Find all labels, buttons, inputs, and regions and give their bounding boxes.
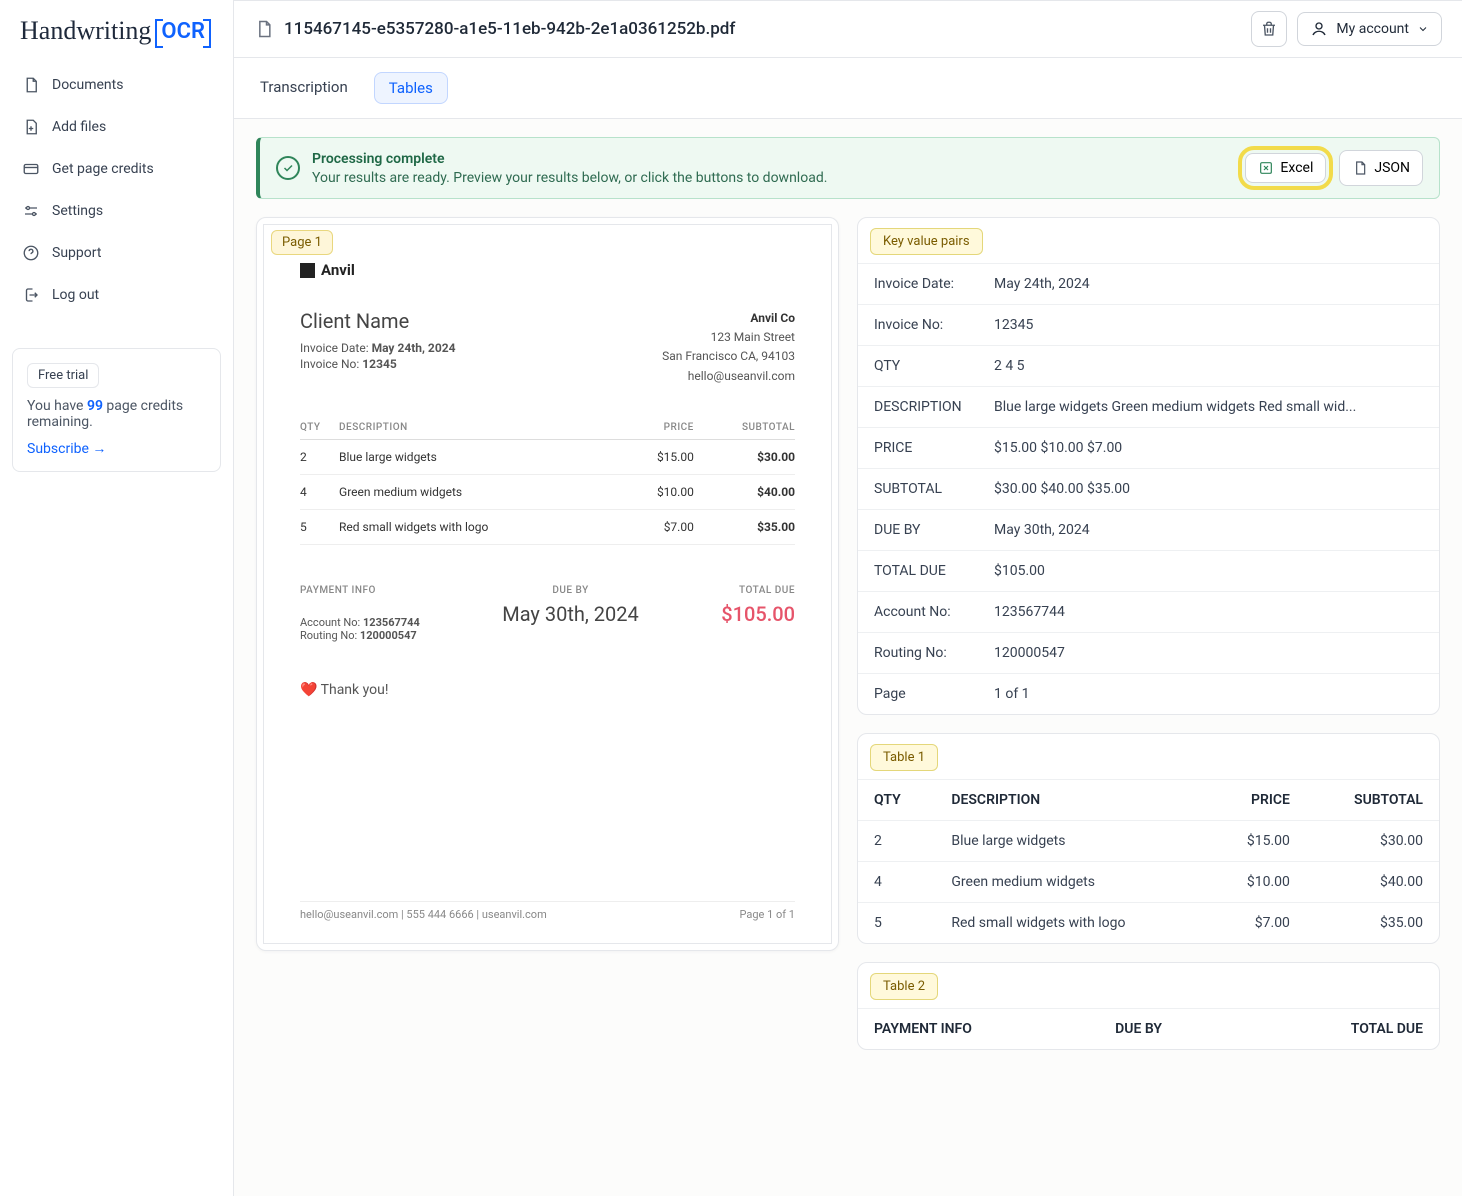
sidebar-item-label: Support [52, 245, 101, 261]
json-icon [1352, 160, 1368, 176]
table1: QTY DESCRIPTION PRICE SUBTOTAL 2Blue lar… [858, 779, 1439, 943]
file-icon [254, 19, 274, 39]
alert-message: Your results are ready. Preview your res… [312, 170, 827, 186]
tab-transcription[interactable]: Transcription [258, 72, 350, 104]
kv-row: Page1 of 1 [858, 673, 1439, 714]
credit-box: Free trial You have 99 page credits rema… [12, 348, 221, 472]
kv-row: QTY2 4 5 [858, 345, 1439, 386]
topbar: 115467145-e5357280-a1e5-11eb-942b-2e1a03… [234, 1, 1462, 58]
sidebar-item-documents[interactable]: Documents [12, 66, 221, 104]
file-title: 115467145-e5357280-a1e5-11eb-942b-2e1a03… [254, 19, 735, 39]
logout-icon [22, 286, 40, 304]
account-button[interactable]: My account [1297, 12, 1442, 46]
page-preview[interactable]: Anvil Client Name Invoice Date: May 24th… [263, 224, 832, 944]
kv-row: DUE BYMay 30th, 2024 [858, 509, 1439, 550]
sidebar-item-label: Settings [52, 203, 103, 219]
table-row: 2Blue large widgets$15.00$30.00 [858, 821, 1439, 862]
kv-row: DESCRIPTIONBlue large widgets Green medi… [858, 386, 1439, 427]
table2-title-chip: Table 2 [870, 973, 938, 1000]
excel-icon [1258, 160, 1274, 176]
sidebar-item-label: Get page credits [52, 161, 154, 177]
tabs: Transcription Tables [234, 58, 1462, 119]
table1-title-chip: Table 1 [870, 744, 938, 771]
credit-count: 99 [87, 398, 103, 414]
table1-panel: Table 1 QTY DESCRIPTION PRICE SUBTOTAL 2… [857, 733, 1440, 944]
kv-row: Routing No:120000547 [858, 632, 1439, 673]
account-label: My account [1336, 21, 1409, 37]
subscribe-link[interactable]: Subscribe → [27, 440, 206, 457]
main: 115467145-e5357280-a1e5-11eb-942b-2e1a03… [234, 0, 1462, 1196]
page-preview-card: Page 1 Anvil Client Name Invoice Date: M… [256, 217, 839, 951]
kv-row: PRICE$15.00 $10.00 $7.00 [858, 427, 1439, 468]
add-file-icon [22, 118, 40, 136]
download-excel-button[interactable]: Excel [1245, 153, 1326, 183]
sidebar-item-credits[interactable]: Get page credits [12, 150, 221, 188]
kv-row: Account No:123567744 [858, 591, 1439, 632]
kv-row: SUBTOTAL$30.00 $40.00 $35.00 [858, 468, 1439, 509]
sidebar-item-label: Add files [52, 119, 106, 135]
table2: PAYMENT INFO DUE BY TOTAL DUE [858, 1008, 1439, 1049]
delete-button[interactable] [1251, 11, 1287, 47]
settings-icon [22, 202, 40, 220]
app-logo[interactable]: Handwriting OCR [12, 12, 221, 62]
table2-panel: Table 2 PAYMENT INFO DUE BY TOTAL DUE [857, 962, 1440, 1050]
kv-panel: Key value pairs Invoice Date:May 24th, 2… [857, 217, 1440, 715]
check-circle-icon [276, 156, 300, 180]
sidebar-item-addfiles[interactable]: Add files [12, 108, 221, 146]
kv-row: Invoice Date:May 24th, 2024 [858, 263, 1439, 304]
invoice-items-table: QTY DESCRIPTION PRICE SUBTOTAL 2Blue lar… [300, 416, 795, 545]
sidebar-item-support[interactable]: Support [12, 234, 221, 272]
table-row: 5Red small widgets with logo$7.00$35.00 [858, 903, 1439, 944]
logo-script: Handwriting [20, 16, 151, 46]
page-chip: Page 1 [271, 230, 333, 255]
logo-ocr: OCR [155, 19, 211, 44]
trial-badge: Free trial [27, 363, 99, 388]
sidebar-item-label: Log out [52, 287, 99, 303]
top-actions: My account [1251, 11, 1442, 47]
tab-tables[interactable]: Tables [374, 72, 448, 104]
alert-processing-complete: Processing complete Your results are rea… [256, 137, 1440, 199]
sidebar-item-settings[interactable]: Settings [12, 192, 221, 230]
credits-icon [22, 160, 40, 178]
table-row: 4Green medium widgets$10.00$40.00 [858, 862, 1439, 903]
content: Processing complete Your results are rea… [234, 119, 1462, 1196]
chevron-down-icon [1417, 23, 1429, 35]
document-icon [22, 76, 40, 94]
sidebar-item-logout[interactable]: Log out [12, 276, 221, 314]
excel-highlight: Excel [1242, 150, 1329, 186]
sidebar-item-label: Documents [52, 77, 123, 93]
sidebar: Handwriting OCR Documents Add files Get … [0, 0, 234, 1196]
kv-row: TOTAL DUE$105.00 [858, 550, 1439, 591]
kv-title-chip: Key value pairs [870, 228, 983, 255]
support-icon [22, 244, 40, 262]
credit-text: You have 99 page credits remaining. [27, 398, 206, 430]
client-name: Client Name [300, 309, 455, 333]
thank-you: ❤️ Thank you! [300, 682, 795, 698]
filename: 115467145-e5357280-a1e5-11eb-942b-2e1a03… [284, 19, 735, 39]
alert-title: Processing complete [312, 151, 827, 167]
invoice-logo: Anvil [300, 261, 795, 279]
kv-row: Invoice No:12345 [858, 304, 1439, 345]
download-json-button[interactable]: JSON [1339, 150, 1423, 186]
